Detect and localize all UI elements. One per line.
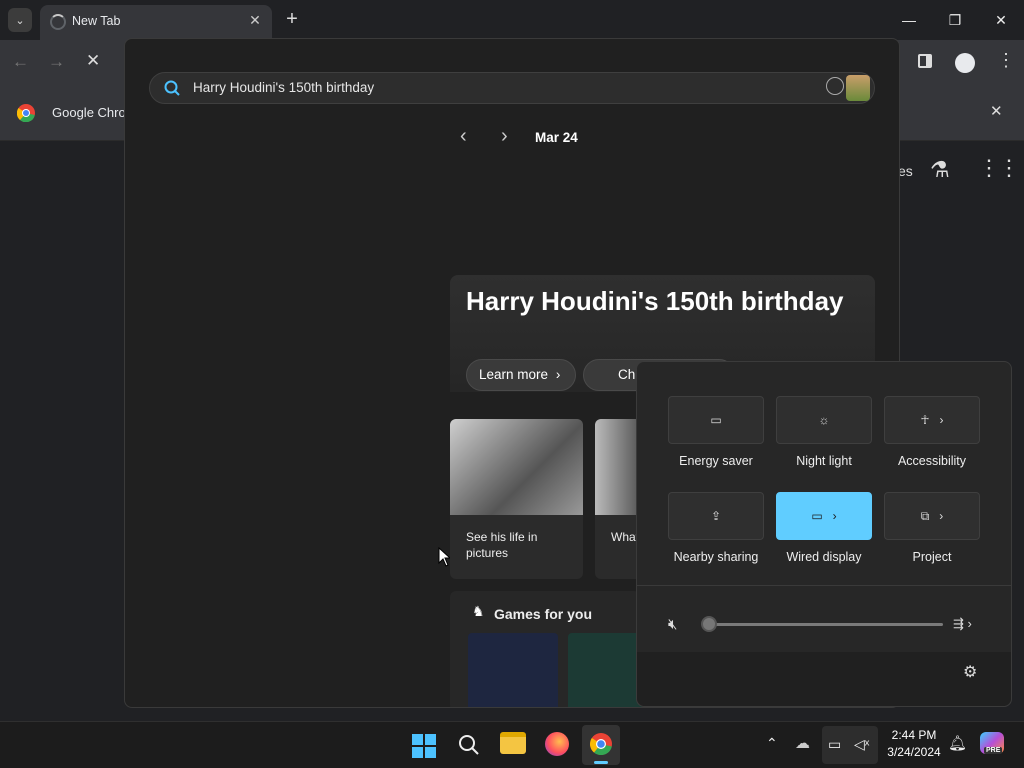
search-query: Harry Houdini's 150th birthday xyxy=(193,80,375,95)
wired-display-toggle[interactable]: ▭ › xyxy=(776,492,872,540)
hero-title: Harry Houdini's 150th birthday xyxy=(466,286,844,316)
accessibility-label: Accessibility xyxy=(897,454,967,468)
learn-more-button[interactable]: Learn more › xyxy=(466,359,576,391)
clock-date[interactable]: 3/24/2024 xyxy=(880,745,948,759)
games-section: ♞ Games for you xyxy=(450,591,658,707)
prev-date-chevron-icon[interactable]: ‹ xyxy=(460,125,467,148)
mouse-cursor-icon xyxy=(438,547,450,567)
volume-muted-icon: ◁ˣ xyxy=(854,736,870,752)
secondary-pill-label: Ch xyxy=(618,367,636,382)
project-toggle[interactable]: ⧉ › xyxy=(884,492,980,540)
tab-title: New Tab xyxy=(72,14,121,28)
menu-kebab-icon[interactable]: ⋮ xyxy=(997,50,1015,71)
chess-icon: ♞ xyxy=(472,603,485,619)
network-volume-tray[interactable]: ▭ ◁ˣ xyxy=(822,726,878,764)
maximize-button[interactable]: ❐ xyxy=(932,6,978,34)
quick-settings-panel: ▭ ☼ ☥ › Energy saver Night light Accessib… xyxy=(636,361,1012,707)
close-window-button[interactable]: ✕ xyxy=(978,6,1024,34)
games-title: Games for you xyxy=(494,606,593,622)
night-light-label: Night light xyxy=(796,454,852,468)
speaker-muted-icon[interactable]: 🔇︎ xyxy=(668,616,677,633)
project-label: Project xyxy=(912,550,952,564)
partial-label: es xyxy=(898,163,913,179)
battery-leaf-icon: ▭ xyxy=(710,413,722,427)
network-icon: ▭ xyxy=(828,736,842,752)
chrome-taskbar-button[interactable] xyxy=(582,725,620,765)
file-explorer-icon[interactable] xyxy=(500,732,526,754)
start-button[interactable] xyxy=(408,730,440,762)
accessibility-toggle[interactable]: ☥ › xyxy=(884,396,980,444)
audio-output-icon[interactable]: ⇶ › xyxy=(953,616,972,632)
wired-display-label: Wired display xyxy=(786,550,862,564)
learn-more-label: Learn more xyxy=(479,367,549,382)
nearby-sharing-toggle[interactable]: ⇪ xyxy=(668,492,764,540)
houdini-doodle-icon[interactable] xyxy=(846,75,870,101)
chevron-right-icon: › xyxy=(832,509,837,523)
next-date-chevron-icon[interactable]: › xyxy=(501,125,508,148)
houdini-photo xyxy=(450,419,583,515)
chevron-right-icon: › xyxy=(555,367,561,382)
chrome-logo-icon xyxy=(17,104,35,122)
night-light-toggle[interactable]: ☼ xyxy=(776,396,872,444)
search-icon xyxy=(164,80,180,96)
sun-icon: ☼ xyxy=(818,413,830,427)
firefox-icon[interactable] xyxy=(545,732,569,756)
energy-saver-toggle[interactable]: ▭ xyxy=(668,396,764,444)
nearby-sharing-label: Nearby sharing xyxy=(673,550,759,564)
windows-logo-icon xyxy=(412,734,423,745)
stop-loading-icon[interactable]: ✕ xyxy=(86,51,100,71)
clock-time[interactable]: 2:44 PM xyxy=(884,728,944,742)
game-tile[interactable] xyxy=(468,633,558,707)
card-life-pictures[interactable]: See his life in pictures xyxy=(450,419,583,579)
active-indicator xyxy=(594,761,608,764)
card-label: See his life in pictures xyxy=(466,530,538,560)
taskbar-search-icon[interactable] xyxy=(458,734,480,756)
divider xyxy=(637,585,1011,586)
forward-icon[interactable]: → xyxy=(48,52,65,72)
side-panel-icon[interactable] xyxy=(918,54,932,68)
search-box[interactable]: Harry Houdini's 150th birthday xyxy=(149,72,875,104)
apps-grid-icon[interactable]: ⋮⋮⋮ xyxy=(978,155,1024,181)
cast-icon: ▭ xyxy=(811,509,823,523)
volume-slider-track[interactable] xyxy=(707,623,943,626)
tab-close-button[interactable]: ✕ xyxy=(245,10,265,30)
loading-spinner-icon xyxy=(50,14,66,30)
date-label: Mar 24 xyxy=(535,130,578,145)
notification-bell-icon[interactable]: 🔔︎ xyxy=(948,734,967,752)
show-hidden-icons-chevron-icon[interactable]: ⌃ xyxy=(766,735,778,752)
tab-strip: ⌄ New Tab ✕ + — ❐ ✕ xyxy=(0,0,1024,40)
labs-flask-icon[interactable]: ⚗ xyxy=(930,157,950,183)
accessibility-icon: ☥ xyxy=(920,413,930,427)
chevron-right-icon: › xyxy=(939,413,944,427)
project-icon: ⧉ xyxy=(920,508,930,523)
copilot-badge: PRE xyxy=(984,747,1003,754)
info-bar-close-icon[interactable]: ✕ xyxy=(990,102,1003,120)
chevron-down-icon: ⌄ xyxy=(15,14,25,27)
back-icon[interactable]: ← xyxy=(12,52,29,72)
quick-settings-footer: ⚙ xyxy=(637,652,1011,706)
settings-gear-icon[interactable]: ⚙ xyxy=(963,662,977,682)
copilot-icon[interactable]: PRE xyxy=(980,732,1004,754)
volume-slider-thumb[interactable] xyxy=(701,616,717,632)
tab-search-button[interactable]: ⌄ xyxy=(8,8,32,32)
chevron-right-icon: › xyxy=(939,509,944,523)
share-icon: ⇪ xyxy=(710,509,722,523)
energy-saver-label: Energy saver xyxy=(679,454,753,468)
minimize-button[interactable]: — xyxy=(886,6,932,34)
new-tab-button[interactable]: + xyxy=(282,8,302,32)
info-bar-label: Google Chro xyxy=(52,105,126,120)
onedrive-offline-icon[interactable]: ☁ xyxy=(795,734,810,752)
taskbar: ⌃ ☁ ▭ ◁ˣ 2:44 PM 3/24/2024 🔔︎ PRE xyxy=(0,721,1024,768)
tab-new-tab[interactable]: New Tab ✕ xyxy=(40,5,272,40)
profile-avatar-icon[interactable] xyxy=(955,53,975,73)
chrome-taskbar-icon xyxy=(590,733,612,755)
doodle-glyph-icon xyxy=(826,77,844,95)
